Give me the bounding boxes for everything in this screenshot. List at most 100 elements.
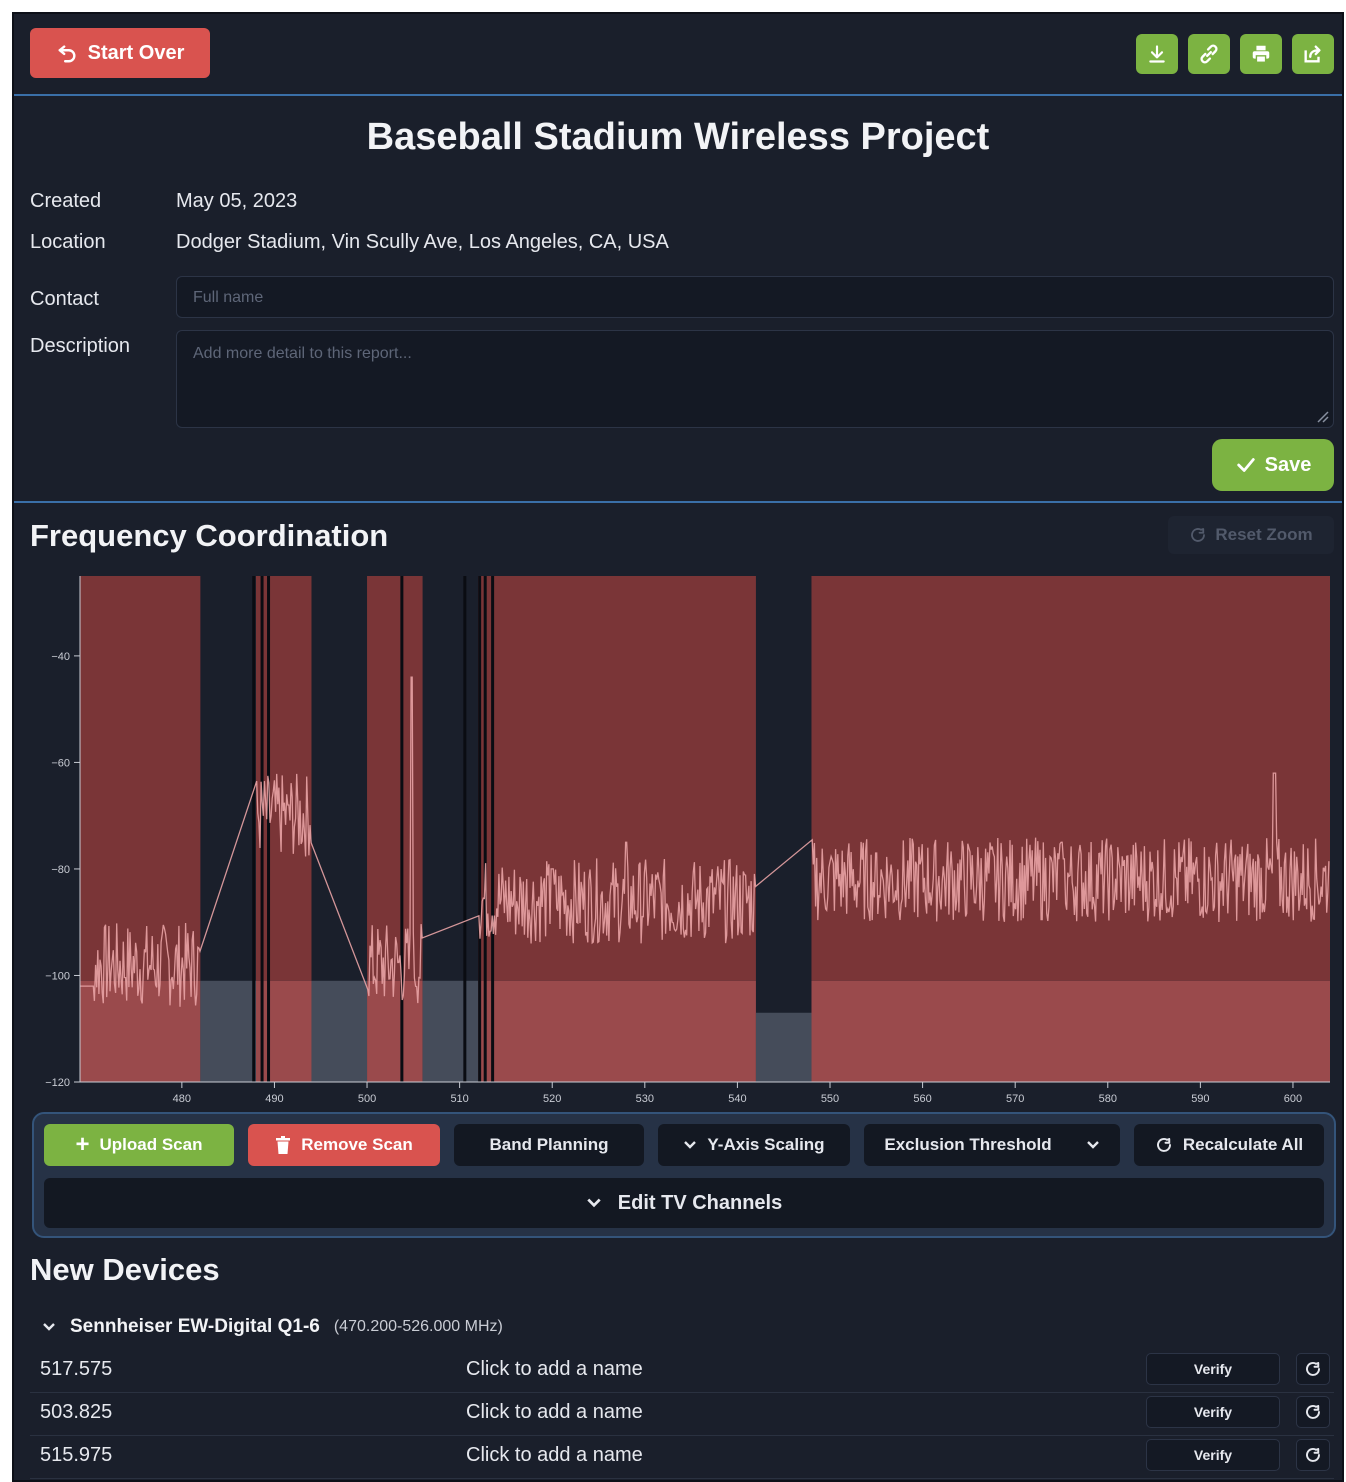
verify-button[interactable]: Verify — [1146, 1353, 1280, 1385]
device-group-range: (470.200-526.000 MHz) — [333, 1318, 503, 1335]
contact-input[interactable]: Full name — [176, 276, 1334, 318]
edit-tv-channels-button[interactable]: Edit TV Channels — [44, 1178, 1324, 1228]
allocation-marker — [478, 576, 482, 1082]
x-tick-label: 580 — [1099, 1093, 1117, 1105]
reset-zoom-label: Reset Zoom — [1215, 525, 1313, 544]
device-name[interactable]: Click to add a name — [466, 1444, 643, 1467]
chevron-down-icon — [587, 1198, 601, 1208]
exclusion-threshold-select[interactable]: Exclusion Threshold — [864, 1124, 1120, 1166]
allocation-marker — [267, 576, 271, 1082]
open-spectrum-area — [422, 980, 479, 1082]
open-spectrum-area — [311, 980, 368, 1082]
freq-title: Frequency Coordination — [30, 518, 389, 553]
top-actions — [1136, 34, 1334, 74]
x-tick-label: 530 — [636, 1093, 654, 1105]
refresh-icon — [1156, 1138, 1171, 1152]
device-frequency: 517.575 — [40, 1358, 113, 1380]
location-label: Location — [30, 231, 106, 253]
refresh-icon[interactable] — [1296, 1396, 1330, 1428]
reset-zoom-button[interactable]: Reset Zoom — [1168, 516, 1334, 554]
start-over-label: Start Over — [87, 41, 185, 64]
allocation-marker — [260, 576, 264, 1082]
trash-icon — [276, 1136, 291, 1154]
device-group-name: Sennheiser EW-Digital Q1-6 — [70, 1316, 320, 1337]
edit-tv-channels-label: Edit TV Channels — [617, 1191, 783, 1214]
tv-channel-block — [255, 576, 312, 981]
tv-channel-block — [80, 576, 201, 981]
tv-channel-block-lower — [255, 980, 312, 1082]
x-tick-label: 490 — [265, 1093, 283, 1105]
created-value: May 05, 2023 — [176, 190, 298, 212]
download-icon[interactable] — [1136, 34, 1178, 74]
project-title: Baseball Stadium Wireless Project — [366, 116, 990, 158]
y-tick-label: −120 — [45, 1077, 70, 1089]
contact-label: Contact — [30, 288, 99, 310]
print-icon[interactable] — [1240, 34, 1282, 74]
start-over-button[interactable]: Start Over — [30, 28, 210, 78]
device-frequency: 515.975 — [40, 1444, 113, 1466]
remove-scan-button[interactable]: Remove Scan — [248, 1124, 440, 1166]
verify-button[interactable]: Verify — [1146, 1439, 1280, 1471]
x-tick-label: 480 — [173, 1093, 191, 1105]
upload-scan-label: Upload Scan — [99, 1135, 203, 1154]
x-tick-label: 540 — [728, 1093, 746, 1105]
allocation-marker — [491, 576, 495, 1082]
verify-button[interactable]: Verify — [1146, 1396, 1280, 1428]
refresh-icon[interactable] — [1296, 1353, 1330, 1385]
band-planning-button[interactable]: Band Planning — [454, 1124, 644, 1166]
y-tick-label: −60 — [51, 757, 70, 769]
frequency-chart[interactable]: −40 −60 −80 −100 −120 480 490 500 510 520 530 540 55… — [14, 562, 1346, 1114]
refresh-icon[interactable] — [1296, 1439, 1330, 1471]
allocation-marker — [252, 576, 256, 1082]
recalculate-all-button[interactable]: Recalculate All — [1134, 1124, 1324, 1166]
y-tick-label: −40 — [51, 651, 70, 663]
x-tick-label: 500 — [358, 1093, 376, 1105]
device-name[interactable]: Click to add a name — [466, 1358, 643, 1381]
y-tick-label: −80 — [51, 864, 70, 876]
description-label: Description — [30, 335, 131, 357]
device-group-header[interactable]: Sennheiser EW-Digital Q1-6 (470.200-526.… — [42, 1316, 503, 1338]
band-planning-label: Band Planning — [489, 1135, 609, 1154]
exclusion-threshold-label: Exclusion Threshold — [884, 1135, 1052, 1154]
upload-scan-button[interactable]: + Upload Scan — [44, 1124, 234, 1166]
allocation-marker — [483, 576, 487, 1082]
x-tick-label: 600 — [1284, 1093, 1302, 1105]
x-tick-label: 560 — [913, 1093, 931, 1105]
device-name[interactable]: Click to add a name — [466, 1401, 643, 1424]
x-tick-label: 510 — [450, 1093, 468, 1105]
y-axis-scaling-label: Y-Axis Scaling — [707, 1135, 825, 1154]
description-textarea[interactable]: Add more detail to this report... — [176, 330, 1334, 428]
link-icon[interactable] — [1188, 34, 1230, 74]
created-label: Created — [30, 190, 102, 212]
save-label: Save — [1264, 453, 1312, 476]
device-frequency: 503.825 — [40, 1401, 113, 1423]
allocation-marker — [400, 576, 404, 1082]
device-row: 515.975 Click to add a name Verify — [30, 1436, 1334, 1479]
tv-channel-block-lower — [367, 980, 423, 1082]
chevron-down-icon — [684, 1141, 697, 1149]
y-axis-scaling-button[interactable]: Y-Axis Scaling — [658, 1124, 850, 1166]
x-tick-label: 520 — [543, 1093, 561, 1105]
open-spectrum-area — [200, 980, 256, 1082]
top-bar: Start Over — [14, 14, 1342, 96]
share-icon[interactable] — [1292, 34, 1334, 74]
tv-channel-block-lower — [478, 980, 756, 1082]
device-row: 503.825 Click to add a name Verify — [30, 1393, 1334, 1436]
recalculate-all-label: Recalculate All — [1182, 1135, 1304, 1154]
location-value: Dodger Stadium, Vin Scully Ave, Los Ange… — [176, 231, 669, 253]
open-spectrum-area — [755, 1012, 812, 1082]
reset-icon — [1191, 528, 1206, 542]
y-tick-label: −100 — [45, 970, 70, 982]
section-divider — [14, 501, 1342, 503]
x-tick-label: 570 — [1006, 1093, 1024, 1105]
allocation-marker — [463, 576, 467, 1082]
resize-handle-icon[interactable] — [1315, 409, 1329, 423]
chevron-down-icon — [43, 1323, 55, 1331]
undo-icon — [58, 45, 76, 63]
tv-channel-block — [811, 576, 1330, 981]
chevron-down-icon — [1086, 1141, 1099, 1149]
remove-scan-label: Remove Scan — [301, 1135, 413, 1154]
new-devices-title: New Devices — [30, 1252, 220, 1287]
save-button[interactable]: Save — [1212, 439, 1334, 491]
description-placeholder: Add more detail to this report... — [193, 345, 412, 362]
